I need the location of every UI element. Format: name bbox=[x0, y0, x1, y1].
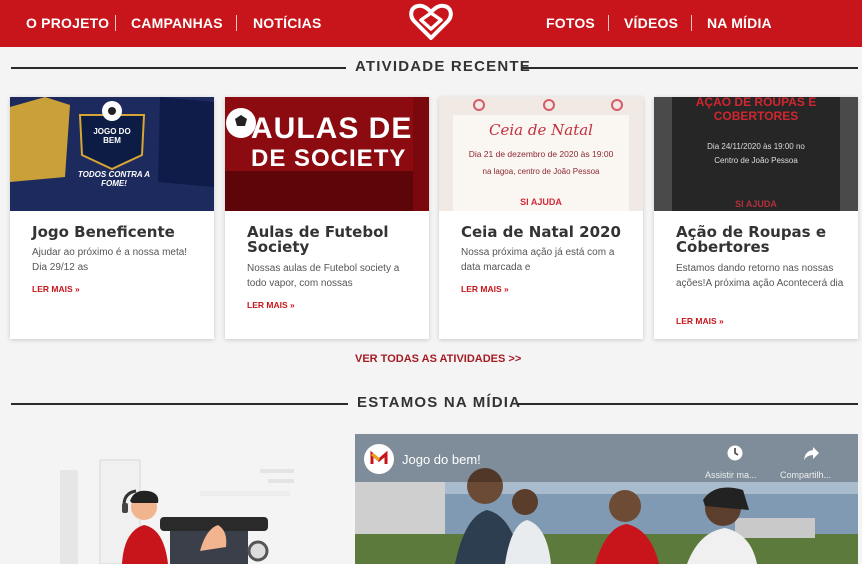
card-excerpt: Ajudar ao próximo é a nossa meta! Dia 29… bbox=[32, 247, 188, 273]
activity-card[interactable]: AULAS DE DE SOCIETY Aulas de Futebol Soc… bbox=[225, 97, 429, 339]
camera-operator-illustration bbox=[60, 459, 294, 564]
section-heading-recent: ATIVIDADE RECENTE bbox=[11, 58, 858, 78]
nav-item-o-projeto[interactable]: O PROJETO bbox=[26, 15, 109, 31]
card-title[interactable]: Jogo Beneficente bbox=[32, 225, 204, 240]
heading-rule bbox=[521, 67, 858, 69]
card-image-heading1: AÇÃO DE ROUPAS E bbox=[695, 97, 817, 109]
nav-item-na-midia[interactable]: NA MÍDIA bbox=[707, 15, 772, 31]
nav-separator bbox=[691, 15, 692, 31]
card-excerpt: Nossa próxima ação já está com a data ma… bbox=[461, 247, 615, 273]
nav-item-campanhas[interactable]: CAMPANHAS bbox=[131, 15, 223, 31]
card-image[interactable]: SI AJUDA AÇÃO DE ROUPAS E COBERTORES Dia… bbox=[654, 97, 858, 211]
svg-text:SI AJUDA: SI AJUDA bbox=[520, 197, 562, 207]
watch-later-label[interactable]: Assistir ma... bbox=[705, 470, 757, 480]
card-excerpt: Nossas aulas de Futebol society a todo v… bbox=[247, 263, 400, 289]
section-heading-media: ESTAMOS NA MÍDIA bbox=[11, 394, 858, 414]
card-title[interactable]: Ação de Roupas e Cobertores bbox=[676, 225, 848, 255]
card-image-tagline: TODOS CONTRA A FOME! bbox=[77, 170, 151, 188]
card-image-line1: Dia 24/11/2020 às 19:00 no bbox=[707, 142, 805, 151]
activity-card[interactable]: SI AJUDA Ceia de Natal Dia 21 de dezembr… bbox=[439, 97, 643, 339]
nav-separator bbox=[236, 15, 237, 31]
svg-text:SI AJUDA: SI AJUDA bbox=[735, 199, 777, 209]
card-image[interactable]: SI AJUDA Ceia de Natal Dia 21 de dezembr… bbox=[439, 97, 643, 211]
video-embed[interactable]: Jogo do bem! Assistir ma... Compartilh..… bbox=[355, 434, 858, 564]
read-more-link[interactable]: LER MAIS » bbox=[32, 284, 80, 294]
card-title[interactable]: Ceia de Natal 2020 bbox=[461, 225, 633, 240]
nav-separator bbox=[115, 15, 116, 31]
heart-logo-icon[interactable] bbox=[409, 3, 453, 41]
activity-card[interactable]: SI AJUDA AÇÃO DE ROUPAS E COBERTORES Dia… bbox=[654, 97, 858, 339]
card-image-line2: Centro de João Pessoa bbox=[714, 156, 798, 165]
activity-card[interactable]: JOGO DO BEM TODOS CONTRA A FOME! Jogo Be… bbox=[10, 97, 214, 339]
view-all-activities-link[interactable]: VER TODAS AS ATIVIDADES >> bbox=[355, 353, 521, 365]
card-image-heading: Ceia de Natal bbox=[489, 121, 593, 139]
jogo-beneficente-graphic bbox=[10, 97, 214, 211]
share-icon[interactable] bbox=[802, 444, 820, 462]
card-image[interactable]: AULAS DE DE SOCIETY bbox=[225, 97, 429, 211]
card-image[interactable]: JOGO DO BEM TODOS CONTRA A FOME! bbox=[10, 97, 214, 211]
card-excerpt: Estamos dando retorno nas nossas ações!A… bbox=[676, 263, 844, 289]
heading-rule bbox=[11, 403, 348, 405]
heading-rule bbox=[518, 403, 858, 405]
top-nav: O PROJETO CAMPANHAS NOTÍCIAS FOTOS VÍDEO… bbox=[0, 0, 862, 47]
nav-item-noticias[interactable]: NOTÍCIAS bbox=[253, 15, 322, 31]
read-more-link[interactable]: LER MAIS » bbox=[461, 284, 509, 294]
card-image-heading: JOGO DO BEM bbox=[93, 127, 131, 145]
read-more-link[interactable]: LER MAIS » bbox=[676, 316, 724, 326]
section-title: ESTAMOS NA MÍDIA bbox=[357, 394, 522, 411]
share-label[interactable]: Compartilh... bbox=[780, 470, 831, 480]
channel-avatar[interactable] bbox=[364, 444, 394, 474]
card-image-line2: na lagoa, centro de João Pessoa bbox=[482, 167, 600, 176]
clock-icon[interactable] bbox=[726, 444, 744, 462]
card-title[interactable]: Aulas de Futebol Society bbox=[247, 225, 419, 255]
nav-separator bbox=[608, 15, 609, 31]
nav-item-fotos[interactable]: FOTOS bbox=[546, 15, 595, 31]
section-title: ATIVIDADE RECENTE bbox=[355, 58, 531, 75]
read-more-link[interactable]: LER MAIS » bbox=[247, 300, 295, 310]
card-image-line1: Dia 21 de dezembro de 2020 às 19:00 bbox=[468, 149, 614, 159]
nav-item-videos[interactable]: VÍDEOS bbox=[624, 15, 678, 31]
heading-rule bbox=[11, 67, 346, 69]
card-image-line2: DE SOCIETY bbox=[251, 145, 407, 172]
video-title[interactable]: Jogo do bem! bbox=[402, 452, 481, 467]
card-image-line1: AULAS DE bbox=[251, 112, 413, 145]
card-image-heading2: COBERTORES bbox=[713, 109, 799, 123]
